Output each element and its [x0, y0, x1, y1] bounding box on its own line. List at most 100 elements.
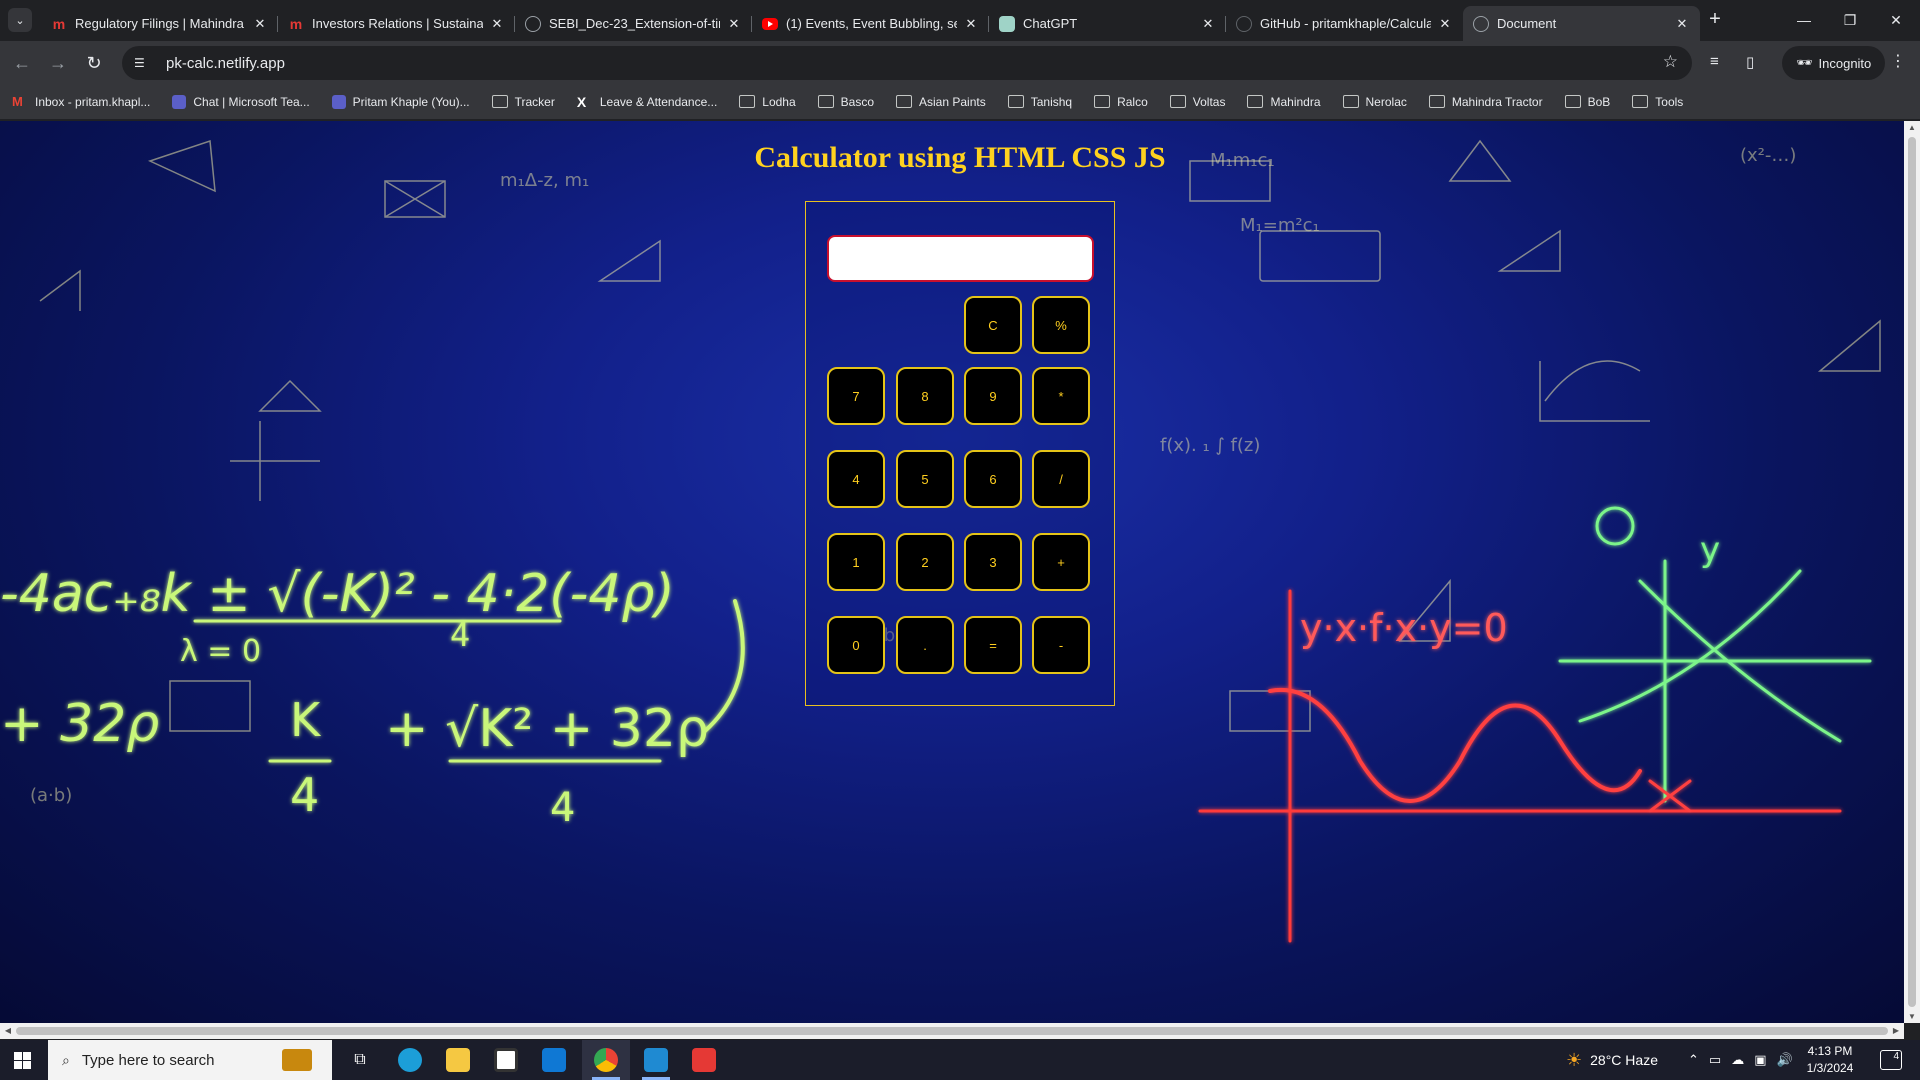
key-percent-button[interactable]: % [1032, 296, 1090, 354]
vscode-app[interactable] [632, 1040, 680, 1080]
media-control-icon[interactable]: ≡ [1710, 53, 1719, 70]
key-zero-button[interactable]: 0 [827, 616, 885, 674]
edge-app[interactable] [386, 1040, 434, 1080]
tab-document[interactable]: Document ✕ [1463, 6, 1700, 41]
key-minus-button[interactable]: - [1032, 616, 1090, 674]
key-plus-button[interactable]: + [1032, 533, 1090, 591]
svg-text:M₁=m²c₁: M₁=m²c₁ [1240, 215, 1320, 236]
close-icon[interactable]: ✕ [726, 16, 742, 32]
bookmark-item[interactable]: Mahindra [1247, 95, 1321, 109]
kebab-menu-icon[interactable]: ⋮ [1890, 51, 1906, 71]
browser-toolbar: ← → ↻ ☰ pk-calc.netlify.app ☆ ≡ ▯ 🕶 Inco… [0, 41, 1920, 84]
close-icon[interactable]: ✕ [1200, 16, 1216, 32]
new-tab-button[interactable]: + [1703, 8, 1727, 31]
bookmark-item[interactable]: Voltas [1169, 94, 1226, 109]
calculator: C% 7 8 9 * 4 5 6/ 1 2 3 +0. = - [805, 201, 1115, 706]
tab-regulatory-filings[interactable]: m Regulatory Filings | Mahindra G ✕ [41, 6, 278, 41]
forward-button[interactable]: → [46, 51, 70, 75]
bookmark-item[interactable]: Tools [1632, 95, 1683, 109]
svg-text:λ = 0: λ = 0 [180, 634, 261, 669]
network-icon[interactable]: ▣ [1754, 1052, 1766, 1068]
site-info-icon[interactable]: ☰ [134, 56, 150, 70]
key-eight-button[interactable]: 8 [896, 367, 954, 425]
tab-chatgpt[interactable]: ChatGPT ✕ [989, 6, 1226, 41]
show-hidden-icons-chevron-icon[interactable]: ⌃ [1688, 1052, 1699, 1068]
bookmark-label: Voltas [1192, 94, 1226, 109]
bookmark-item[interactable]: BoB [1564, 95, 1610, 109]
tab-investors-relations[interactable]: m Investors Relations | Sustainabil ✕ [278, 6, 515, 41]
scroll-right-arrow[interactable]: ▶ [1888, 1023, 1904, 1039]
reload-button[interactable]: ↻ [82, 51, 106, 75]
restore-icon[interactable]: ❐ [1827, 6, 1873, 34]
horizontal-scrollbar[interactable]: ◀ ▶ [0, 1023, 1904, 1039]
meet-now-icon[interactable]: ▭ [1709, 1052, 1721, 1068]
file-explorer-app[interactable] [434, 1040, 482, 1080]
close-icon[interactable]: ✕ [1674, 16, 1690, 32]
key-four-button[interactable]: 4 [827, 450, 885, 508]
bookmark-item[interactable]: Asian Paints [896, 95, 986, 109]
key-one-button[interactable]: 1 [827, 533, 885, 591]
key-clear-button[interactable]: C [964, 296, 1022, 354]
key-six-button[interactable]: 6 [964, 450, 1022, 508]
key-dot-button[interactable]: . [896, 616, 954, 674]
tab-search-button[interactable]: ⌄ [8, 8, 32, 32]
tab-sebi[interactable]: SEBI_Dec-23_Extension-of-time ✕ [515, 6, 752, 41]
bookmark-item[interactable]: Tanishq [1007, 95, 1072, 109]
key-five-button[interactable]: 5 [896, 450, 954, 508]
back-button[interactable]: ← [10, 51, 34, 75]
scrollbar-thumb[interactable] [1908, 137, 1916, 1007]
scroll-up-arrow[interactable]: ▲ [1904, 123, 1920, 132]
taskbar-search-box[interactable]: ⌕ Type here to search [48, 1040, 332, 1080]
minimize-icon[interactable]: — [1781, 6, 1827, 34]
close-icon[interactable]: ✕ [252, 16, 268, 32]
bookmark-item[interactable]: M Inbox - pritam.khapl... [12, 95, 150, 109]
mail-app[interactable] [530, 1040, 578, 1080]
chrome-app[interactable] [582, 1040, 630, 1080]
key-nine-button[interactable]: 9 [964, 367, 1022, 425]
store-app[interactable] [482, 1040, 530, 1080]
side-panel-icon[interactable]: ▯ [1746, 53, 1754, 71]
url-text[interactable]: pk-calc.netlify.app [166, 55, 285, 72]
scrollbar-thumb[interactable] [16, 1027, 1888, 1035]
incognito-profile-button[interactable]: 🕶 Incognito [1782, 46, 1886, 80]
bookmark-star-icon[interactable]: ☆ [1663, 52, 1678, 72]
key-multiply-button[interactable]: * [1032, 367, 1090, 425]
edge-icon [398, 1048, 422, 1072]
bookmark-item[interactable]: Pritam Khaple (You)... [331, 94, 470, 109]
address-bar[interactable]: ☰ pk-calc.netlify.app ☆ [122, 46, 1692, 80]
scroll-left-arrow[interactable]: ◀ [0, 1023, 16, 1039]
key-seven-button[interactable]: 7 [827, 367, 885, 425]
weather-widget[interactable]: ☀ 28°C Haze [1566, 1040, 1658, 1080]
windows-start-button[interactable] [14, 1052, 31, 1069]
svg-text:y·x·f·x·y=0: y·x·f·x·y=0 [1300, 606, 1508, 650]
notification-center-icon[interactable]: 4 [1880, 1050, 1902, 1070]
taskbar-clock[interactable]: 4:13 PM 1/3/2024 [1790, 1043, 1870, 1077]
bookmark-item[interactable]: Basco [817, 95, 874, 109]
close-icon[interactable]: ✕ [489, 16, 505, 32]
tab-github[interactable]: GitHub - pritamkhaple/Calculat ✕ [1226, 6, 1463, 41]
bookmark-label: Pritam Khaple (You)... [352, 94, 470, 109]
bookmark-item[interactable]: X Leave & Attendance... [577, 95, 717, 109]
anydesk-app[interactable] [680, 1040, 728, 1080]
scroll-down-arrow[interactable]: ▼ [1904, 1012, 1920, 1021]
close-icon[interactable]: ✕ [963, 16, 979, 32]
bookmark-item[interactable]: Lodha [739, 95, 796, 109]
calculator-display[interactable] [827, 235, 1094, 282]
bookmark-item[interactable]: Tracker [491, 95, 555, 109]
key-equals-button[interactable]: = [964, 616, 1022, 674]
vertical-scrollbar[interactable]: ▲ ▼ [1904, 121, 1920, 1023]
window-close-icon[interactable]: ✕ [1873, 6, 1919, 34]
key-two-button[interactable]: 2 [896, 533, 954, 591]
key-three-button[interactable]: 3 [964, 533, 1022, 591]
bookmark-item[interactable]: Ralco [1094, 95, 1148, 109]
close-icon[interactable]: ✕ [1437, 16, 1453, 32]
tab-youtube-events[interactable]: (1) Events, Event Bubbling, setI ✕ [752, 6, 989, 41]
onedrive-cloud-icon[interactable]: ☁ [1731, 1052, 1744, 1068]
search-icon: ⌕ [62, 1051, 70, 1068]
bookmark-item[interactable]: Chat | Microsoft Tea... [172, 94, 310, 109]
task-view-button[interactable]: ⧉ [336, 1040, 384, 1080]
bookmark-item[interactable]: Nerolac [1342, 95, 1407, 109]
bookmark-item[interactable]: Mahindra Tractor [1428, 95, 1543, 109]
key-divide-button[interactable]: / [1032, 450, 1090, 508]
youtube-icon [762, 17, 778, 30]
